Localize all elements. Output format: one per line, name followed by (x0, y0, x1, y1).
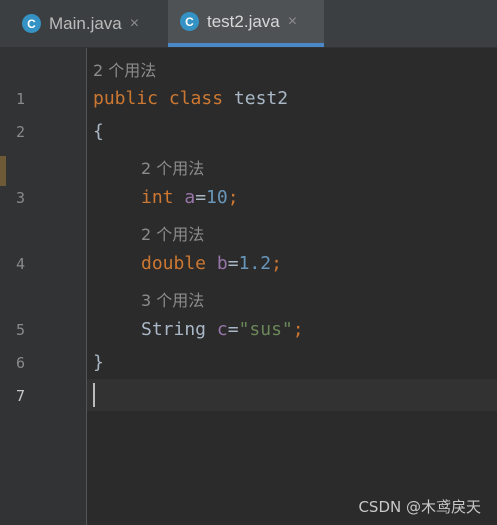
string-literal: "sus" (238, 319, 293, 340)
code-line-1[interactable]: public class test2 (93, 88, 288, 109)
line-number: 6 (16, 354, 26, 372)
tab-label: test2.java (207, 11, 280, 31)
current-line-highlight (87, 379, 497, 411)
close-icon[interactable]: × (288, 13, 297, 31)
usage-hint[interactable]: 2 个用法 (141, 155, 204, 179)
keyword: public (93, 88, 159, 109)
code-line-3[interactable]: int a=10; (141, 187, 239, 208)
watermark: CSDN @木鸢戾天 (358, 498, 481, 516)
semicolon: ; (271, 253, 282, 274)
type-keyword: double (141, 253, 207, 274)
code-line-6[interactable]: } (93, 352, 104, 373)
line-number: 3 (16, 189, 26, 207)
keyword: class (168, 88, 224, 109)
semicolon: ; (227, 187, 239, 208)
line-number: 1 (16, 90, 26, 108)
code-line-2[interactable]: { (93, 121, 104, 142)
tab-label: Main.java (49, 13, 122, 33)
tab-main-java[interactable]: C Main.java × (10, 0, 160, 47)
line-number: 4 (16, 255, 26, 273)
java-class-icon: C (22, 14, 41, 33)
line-number: 5 (16, 321, 26, 339)
line-number-gutter[interactable] (0, 48, 87, 525)
variable: c (216, 319, 228, 340)
usage-hint[interactable]: 3 个用法 (141, 287, 204, 311)
variable: a (184, 187, 196, 208)
tab-test2-java[interactable]: C test2.java × (168, 0, 324, 47)
operator: = (227, 319, 239, 340)
line-number-current: 7 (16, 387, 26, 405)
line-number: 2 (16, 123, 26, 141)
semicolon: ; (292, 319, 304, 340)
usage-hint[interactable]: 2 个用法 (141, 221, 204, 245)
class-name: test2 (233, 88, 289, 109)
number-literal: 1.2 (238, 253, 272, 274)
number-literal: 10 (206, 187, 228, 208)
usage-hint[interactable]: 2 个用法 (93, 57, 156, 81)
brace: } (93, 352, 104, 373)
type-keyword: int (141, 187, 174, 208)
close-icon[interactable]: × (130, 15, 139, 33)
variable: b (216, 253, 228, 274)
code-line-4[interactable]: double b=1.2; (141, 253, 282, 274)
type-name: String (141, 319, 207, 340)
brace: { (93, 121, 104, 142)
operator: = (227, 253, 239, 274)
code-line-5[interactable]: String c="sus"; (141, 319, 304, 340)
java-class-icon: C (180, 12, 199, 31)
text-caret (93, 383, 95, 407)
operator: = (195, 187, 207, 208)
editor-tab-bar: C Main.java × C test2.java × (0, 0, 497, 48)
change-marker (0, 156, 6, 186)
